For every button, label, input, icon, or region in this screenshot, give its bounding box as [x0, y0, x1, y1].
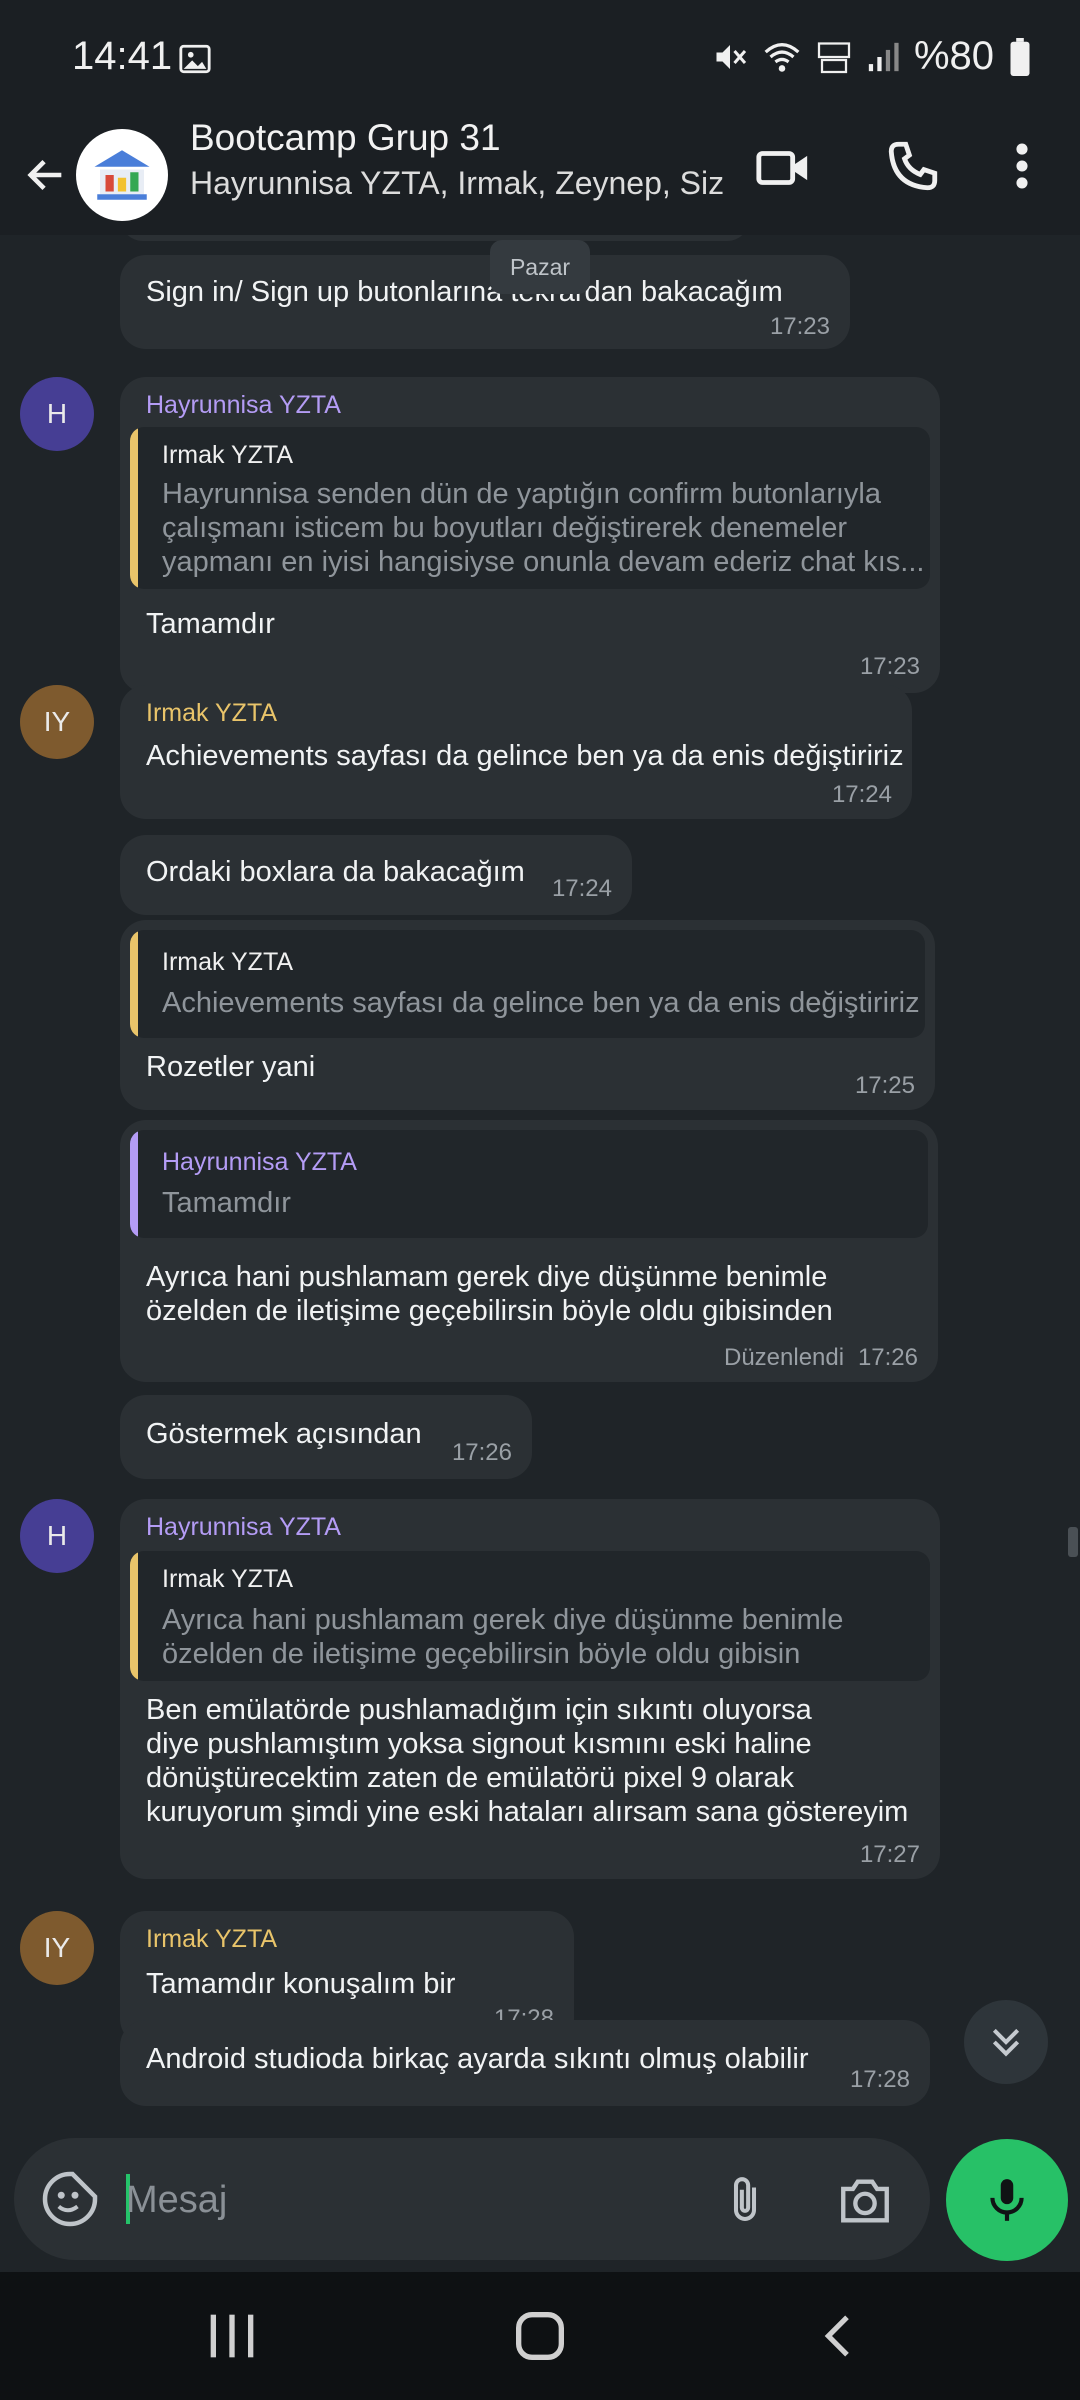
- image-icon: [179, 44, 211, 74]
- avatar[interactable]: H: [20, 377, 94, 451]
- message-sender[interactable]: Hayrunnisa YZTA: [146, 391, 341, 420]
- scroll-down-icon: [992, 2028, 1020, 2057]
- group-avatar-icon: [94, 150, 150, 200]
- phone-icon[interactable]: [884, 137, 942, 195]
- quote-line: Achievements sayfası da gelince ben ya d…: [162, 987, 920, 1019]
- message-time: 17:26: [451, 1439, 512, 1466]
- message-bubble[interactable]: Hayrunnisa YZTA Irmak YZTA Hayrunnisa se…: [120, 377, 940, 693]
- quote-bar: [130, 1551, 138, 1681]
- camera-icon[interactable]: [836, 2174, 894, 2228]
- message-text: Tamamdır konuşalım bir: [146, 1968, 456, 2000]
- status-bar: 14:41 %80: [0, 0, 1080, 115]
- quote-sender: Irmak YZTA: [162, 441, 294, 469]
- message-text: Android studioda birkaç ayarda sıkıntı o…: [146, 2043, 809, 2075]
- system-nav-bar: [0, 2272, 1080, 2400]
- volte-icon: [817, 41, 851, 73]
- status-icons: %80: [712, 34, 1032, 79]
- message-bubble[interactable]: Android studioda birkaç ayarda sıkıntı o…: [120, 2020, 930, 2106]
- quoted-message[interactable]: Irmak YZTA Ayrıca hani pushlamam gerek d…: [130, 1551, 930, 1681]
- quote-line: Ayrıca hani pushlamam gerek diye düşünme…: [162, 1604, 844, 1636]
- message-sender[interactable]: Hayrunnisa YZTA: [146, 1513, 341, 1542]
- scroll-down-button[interactable]: [964, 2000, 1048, 2084]
- mute-icon: [716, 44, 747, 69]
- voice-message-button[interactable]: [946, 2139, 1068, 2261]
- message-list[interactable]: Sign in/ Sign up butonlarına tekrardan b…: [0, 235, 1080, 2132]
- signal-icon: [868, 42, 899, 71]
- message-time: 17:25: [854, 1072, 915, 1099]
- quote-sender: Irmak YZTA: [162, 948, 294, 976]
- more-vert-icon[interactable]: [1002, 137, 1042, 195]
- message-text: Ben emülatörde pushlamadığım için sıkınt…: [146, 1694, 812, 1726]
- message-bubble[interactable]: Ordaki boxlara da bakacağım 17:24: [120, 835, 632, 915]
- battery-percent: %80: [913, 34, 994, 78]
- sticker-icon[interactable]: [40, 2169, 100, 2229]
- message-text: Achievements sayfası da gelince ben ya d…: [146, 740, 904, 772]
- message-bubble[interactable]: Hayrunnisa YZTA Irmak YZTA Ayrıca hani p…: [120, 1499, 940, 1879]
- home-icon[interactable]: [508, 2304, 572, 2368]
- message-bubble[interactable]: Göstermek açısından 17:26: [120, 1395, 532, 1479]
- quote-line: özelden de iletişime geçebilirsin böyle …: [162, 1638, 801, 1670]
- chat-title[interactable]: Bootcamp Grup 31: [190, 117, 501, 159]
- back-arrow-icon: [27, 159, 62, 191]
- message-time: 17:24: [831, 781, 892, 808]
- message-text: kuruyorum şimdi yine eski hataları alırs…: [146, 1796, 909, 1828]
- message-text: Rozetler yani: [146, 1051, 316, 1083]
- nav-back-icon[interactable]: [812, 2308, 868, 2364]
- message-text: Sign in/ Sign up butonlarına tekrardan b…: [146, 276, 783, 308]
- message-composer: [14, 2138, 930, 2260]
- chat-header: Bootcamp Grup 31 Hayrunnisa YZTA, Irmak,…: [0, 115, 1080, 235]
- message-input[interactable]: [124, 2156, 708, 2244]
- recent-apps-icon[interactable]: [200, 2306, 264, 2366]
- wifi-icon: [764, 42, 800, 72]
- message-sender[interactable]: Irmak YZTA: [146, 699, 277, 728]
- message-text: Göstermek açısından: [146, 1418, 422, 1450]
- quote-line: çalışmanı isticem bu boyutları değiştire…: [162, 512, 848, 544]
- message-text: Ordaki boxlara da bakacağım: [146, 856, 525, 888]
- message-bubble-partial: [120, 235, 750, 241]
- quote-line: Hayrunnisa senden dün de yaptığın confir…: [162, 478, 881, 510]
- quote-bar: [130, 1130, 138, 1238]
- back-button[interactable]: [16, 137, 76, 213]
- message-text: Tamamdır: [146, 608, 275, 640]
- quoted-message[interactable]: Irmak YZTA Achievements sayfası da gelin…: [130, 930, 925, 1038]
- message-time: 17:23: [859, 653, 920, 680]
- date-chip: Pazar: [490, 240, 590, 294]
- message-text: dönüştürecektim zaten de emülatörü pixel…: [146, 1762, 795, 1794]
- message-text: özelden de iletişime geçebilirsin böyle …: [146, 1295, 833, 1327]
- message-text: diye pushlamıştım yoksa signout kısmını …: [146, 1728, 812, 1760]
- message-sender[interactable]: Irmak YZTA: [146, 1925, 277, 1954]
- group-avatar[interactable]: [76, 129, 168, 221]
- quote-line: Tamamdır: [162, 1187, 291, 1219]
- battery-icon: [1010, 37, 1030, 76]
- message-time: 17:27: [859, 1841, 920, 1868]
- video-call-icon[interactable]: [754, 139, 812, 197]
- quote-sender: Irmak YZTA: [162, 1565, 294, 1593]
- quoted-message[interactable]: Hayrunnisa YZTA Tamamdır: [130, 1130, 928, 1238]
- quote-line: yapmanı en iyisi hangisiyse onunla devam…: [162, 546, 925, 578]
- message-bubble[interactable]: Hayrunnisa YZTA Tamamdır Ayrıca hani pus…: [120, 1120, 938, 1382]
- scrollbar-thumb[interactable]: [1068, 1527, 1078, 1557]
- chat-members[interactable]: Hayrunnisa YZTA, Irmak, Zeynep, Siz: [190, 165, 724, 202]
- mic-icon: [990, 2179, 1024, 2221]
- avatar[interactable]: IY: [20, 685, 94, 759]
- message-bubble[interactable]: Irmak YZTA Achievements sayfası da gelin…: [120, 920, 935, 1110]
- quote-bar: [130, 930, 138, 1038]
- avatar[interactable]: H: [20, 1499, 94, 1573]
- message-time: 17:24: [551, 875, 612, 902]
- quoted-message[interactable]: Irmak YZTA Hayrunnisa senden dün de yapt…: [130, 427, 930, 589]
- message-bubble[interactable]: Sign in/ Sign up butonlarına tekrardan b…: [120, 255, 850, 349]
- edited-label: Düzenlendi: [724, 1344, 845, 1371]
- message-text: Ayrıca hani pushlamam gerek diye düşünme…: [146, 1261, 828, 1293]
- message-time: 17:23: [769, 313, 830, 340]
- quote-sender: Hayrunnisa YZTA: [162, 1148, 357, 1176]
- message-bubble[interactable]: Irmak YZTA Achievements sayfası da gelin…: [120, 685, 912, 819]
- avatar[interactable]: IY: [20, 1911, 94, 1985]
- quote-bar: [130, 427, 138, 589]
- message-time: 17:28: [849, 2066, 910, 2093]
- message-time: 17:26: [857, 1344, 918, 1371]
- status-time: 14:41: [72, 34, 173, 78]
- attach-icon[interactable]: [718, 2172, 772, 2230]
